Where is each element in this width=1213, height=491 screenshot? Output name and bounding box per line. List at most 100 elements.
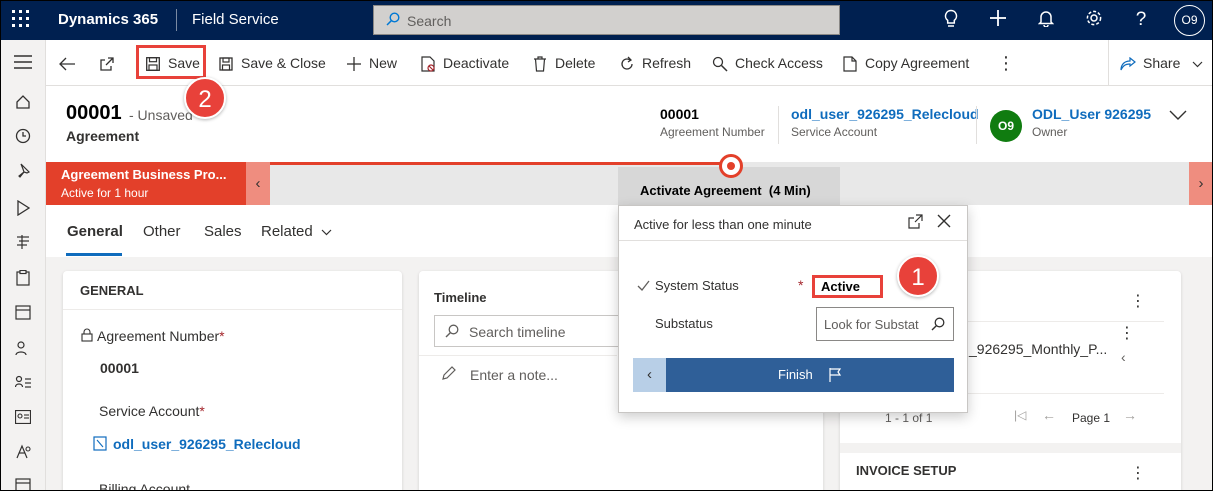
refresh-icon	[618, 40, 636, 86]
chevron-left-icon[interactable]: ‹	[1121, 349, 1126, 365]
new-button[interactable]: New	[345, 40, 397, 86]
brand-title[interactable]: Dynamics 365	[58, 11, 158, 28]
business-process-flow: Agreement Business Pro... Active for 1 h…	[46, 154, 1213, 205]
search-placeholder: Search	[407, 13, 452, 29]
clipboard-icon[interactable]	[13, 269, 33, 290]
note-input[interactable]: Enter a note...	[470, 367, 558, 383]
paging-count: 1 - 1 of 1	[885, 411, 933, 425]
search-icon[interactable]	[931, 317, 945, 334]
bell-icon[interactable]	[1035, 9, 1057, 31]
calendar-grid-icon[interactable]	[13, 478, 33, 491]
header-service-account-link[interactable]: odl_user_926295_Relecloud	[791, 106, 979, 122]
app-launcher-icon[interactable]	[12, 10, 32, 30]
delete-button[interactable]: Delete	[531, 40, 595, 86]
lightbulb-icon[interactable]	[940, 9, 962, 31]
tab-related[interactable]: Related	[261, 223, 332, 240]
bpf-next-icon[interactable]: ›	[1189, 162, 1213, 205]
plus-icon[interactable]	[987, 9, 1009, 31]
invoice-more-options-icon[interactable]: ⋮	[1130, 463, 1146, 483]
more-commands-icon[interactable]: ⋮	[997, 40, 1015, 86]
tab-other[interactable]: Other	[143, 223, 181, 240]
save-close-label: Save & Close	[241, 55, 326, 71]
stage-label: Activate Agreement (4 Min)	[640, 183, 811, 198]
check-access-label: Check Access	[735, 55, 823, 71]
header-service-account-label: Service Account	[791, 125, 878, 139]
chevron-down-icon	[1192, 55, 1203, 71]
flag-icon	[828, 367, 842, 385]
service-account-link[interactable]: odl_user_926295_Relecloud	[93, 436, 301, 452]
copy-agreement-label: Copy Agreement	[865, 55, 970, 71]
system-status-value[interactable]: Active	[812, 275, 883, 298]
timeline-divider	[419, 355, 617, 356]
copy-agreement-button[interactable]: Copy Agreement	[841, 40, 969, 86]
search-icon	[386, 12, 400, 30]
substatus-placeholder: Look for Substatus	[824, 317, 919, 332]
owner-link[interactable]: ODL_User 926295	[1032, 106, 1151, 122]
stage-progress-line	[270, 162, 728, 165]
play-icon[interactable]	[13, 199, 33, 220]
process-summary[interactable]: Agreement Business Pro... Active for 1 h…	[46, 162, 246, 205]
app-name[interactable]: Field Service	[192, 11, 279, 28]
agreement-number-label: Agreement Number*	[81, 328, 225, 344]
flyout-back-icon[interactable]: ‹	[633, 358, 666, 392]
more-options-icon[interactable]: ⋮	[1130, 291, 1146, 311]
active-tab-indicator	[66, 253, 122, 256]
chevron-down-icon	[321, 229, 332, 235]
help-icon[interactable]: ?	[1130, 9, 1152, 31]
subgrid-item[interactable]: _926295_Monthly_P...	[969, 341, 1107, 357]
home-icon[interactable]	[13, 94, 33, 114]
id-card-icon[interactable]	[13, 409, 33, 430]
close-icon[interactable]	[937, 214, 951, 231]
global-search-input[interactable]: Search	[373, 5, 840, 35]
refresh-button[interactable]: Refresh	[618, 40, 691, 86]
billing-account-label: Billing Account	[99, 481, 191, 491]
substatus-lookup-input[interactable]: Look for Substatus	[816, 307, 954, 341]
next-page-icon[interactable]: →	[1123, 407, 1137, 423]
user-avatar[interactable]: O9	[1174, 5, 1205, 36]
command-separator	[1108, 40, 1109, 86]
step-badge-1: 1	[897, 255, 939, 297]
top-navigation-bar: Dynamics 365 Field Service Search ? O9	[0, 0, 1213, 40]
timeline-search-input[interactable]: Search timeline	[434, 315, 634, 347]
user-list-icon[interactable]	[13, 374, 33, 394]
finish-label: Finish	[778, 367, 813, 382]
general-section: GENERAL Agreement Number* 00001 Service …	[63, 271, 402, 491]
recent-clock-icon[interactable]	[13, 128, 33, 148]
first-page-icon[interactable]: |◁	[1014, 408, 1026, 422]
check-access-button[interactable]: Check Access	[711, 40, 823, 86]
bpf-previous-icon[interactable]: ‹	[246, 162, 270, 205]
left-navigation-rail	[0, 40, 46, 491]
pencil-icon	[441, 365, 457, 384]
deactivate-button[interactable]: Deactivate	[419, 40, 509, 86]
tab-general[interactable]: General	[67, 223, 123, 240]
search-people-icon	[711, 40, 729, 86]
row-more-options-icon[interactable]: ⋮	[1119, 323, 1135, 343]
plus-icon	[345, 40, 363, 86]
page-label: Page 1	[1072, 411, 1111, 425]
contacts-icon[interactable]	[13, 340, 33, 360]
process-name: Agreement Business Pro...	[61, 167, 227, 182]
header-expand-chevron-icon[interactable]	[1168, 108, 1190, 130]
calendar-icon[interactable]	[13, 304, 33, 324]
finish-button[interactable]: ‹ Finish	[633, 358, 954, 392]
previous-page-icon[interactable]: ←	[1042, 407, 1056, 423]
share-button[interactable]: Share	[1119, 40, 1203, 86]
back-arrow-icon[interactable]	[59, 40, 75, 86]
tab-sales[interactable]: Sales	[204, 223, 242, 240]
save-close-button[interactable]: Save & Close	[217, 40, 326, 86]
timeline-title: Timeline	[434, 290, 487, 305]
resources-icon[interactable]	[13, 444, 33, 464]
owner-avatar: O9	[990, 110, 1022, 142]
invoice-setup-title: INVOICE SETUP	[856, 463, 957, 478]
agreement-number-value: 00001	[100, 360, 139, 376]
stage-marker-icon	[719, 154, 743, 178]
popout-icon[interactable]	[908, 214, 923, 232]
gear-icon[interactable]	[1083, 9, 1105, 31]
open-new-window-icon[interactable]	[99, 40, 115, 86]
schedule-board-icon[interactable]	[13, 234, 33, 254]
command-bar: Save Save & Close New Deactivate Delete …	[46, 40, 1213, 86]
share-label: Share	[1143, 55, 1181, 71]
hamburger-menu-icon[interactable]	[13, 55, 33, 75]
pin-icon[interactable]	[13, 162, 33, 182]
search-icon	[445, 324, 459, 341]
